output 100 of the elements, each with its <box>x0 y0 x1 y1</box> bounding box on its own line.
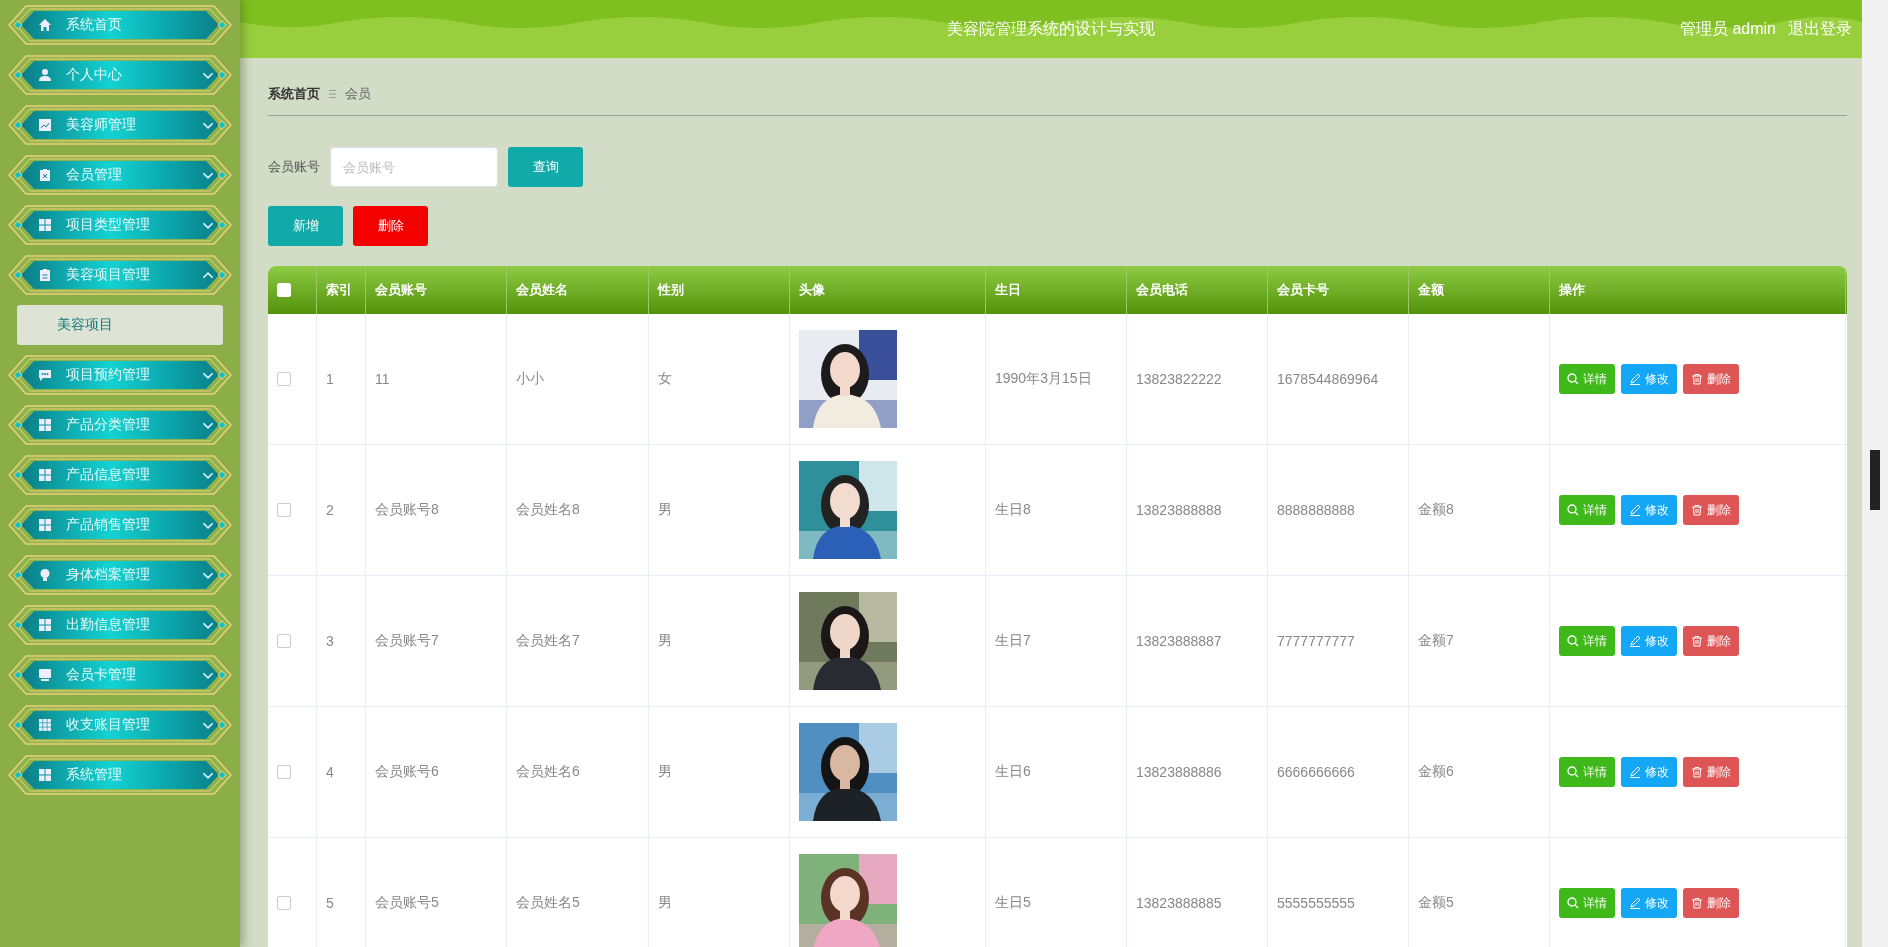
edit-button[interactable]: 修改 <box>1621 626 1677 656</box>
menu-item[interactable]: 会员卡管理 <box>8 655 232 695</box>
account-cell: 会员账号5 <box>366 838 507 947</box>
delete-button[interactable]: 删除 <box>1683 888 1739 918</box>
breadcrumb-link[interactable]: 系统首页 <box>268 85 320 103</box>
menu-item[interactable]: 产品分类管理 <box>8 405 232 445</box>
grid-icon <box>38 718 52 732</box>
column-header: 性别 <box>649 266 790 314</box>
column-header: 会员卡号 <box>1268 266 1409 314</box>
trash-icon <box>1691 897 1703 909</box>
card-number-cell: 1678544869964 <box>1268 314 1409 444</box>
pencil-icon <box>1629 766 1641 778</box>
account-cell: 会员账号8 <box>366 445 507 575</box>
menu-item[interactable]: 项目类型管理 <box>8 205 232 245</box>
gender-cell: 男 <box>649 707 790 837</box>
birthday-cell: 生日6 <box>986 707 1127 837</box>
checkbox[interactable] <box>277 896 291 910</box>
menu-item[interactable]: 美容师管理 <box>8 105 232 145</box>
index-cell: 1 <box>317 314 366 444</box>
detail-button[interactable]: 详情 <box>1559 364 1615 394</box>
column-header: 会员姓名 <box>507 266 649 314</box>
field-label: 会员账号 <box>268 158 320 176</box>
card-number-cell: 6666666666 <box>1268 707 1409 837</box>
column-header: 索引 <box>317 266 366 314</box>
detail-button[interactable]: 详情 <box>1559 626 1615 656</box>
gender-cell: 男 <box>649 445 790 575</box>
birthday-cell: 生日5 <box>986 838 1127 947</box>
trash-icon <box>1691 766 1703 778</box>
account-cell: 11 <box>366 314 507 444</box>
delete-button[interactable]: 删除 <box>1683 495 1739 525</box>
search-field[interactable]: 会员账号 <box>330 147 498 187</box>
delete-button[interactable]: 删除 <box>1683 364 1739 394</box>
index-cell: 3 <box>317 576 366 706</box>
amount-cell: 金额7 <box>1409 576 1550 706</box>
submenu-item[interactable]: 美容项目 <box>17 305 223 345</box>
checkbox[interactable] <box>277 372 291 386</box>
card-icon <box>38 668 52 682</box>
phone-cell: 13823822222 <box>1127 314 1268 444</box>
detail-button[interactable]: 详情 <box>1559 757 1615 787</box>
birthday-cell: 1990年3月15日 <box>986 314 1127 444</box>
search-icon <box>1567 897 1579 909</box>
gender-cell: 男 <box>649 838 790 947</box>
checkbox[interactable] <box>277 634 291 648</box>
pencil-icon <box>1629 897 1641 909</box>
home-icon <box>38 18 52 32</box>
search-icon <box>1567 635 1579 647</box>
checkbox[interactable] <box>277 503 291 517</box>
index-cell: 4 <box>317 707 366 837</box>
phone-cell: 13823888887 <box>1127 576 1268 706</box>
amount-cell: 金额5 <box>1409 838 1550 947</box>
menu-item[interactable]: 个人中心 <box>8 55 232 95</box>
menu-item[interactable]: 收支账目管理 <box>8 705 232 745</box>
column-header: 会员电话 <box>1127 266 1268 314</box>
pencil-icon <box>1629 635 1641 647</box>
delete-button[interactable]: 删除 <box>353 206 428 246</box>
birthday-cell: 生日7 <box>986 576 1127 706</box>
menu-item[interactable]: 美容项目管理 <box>8 255 232 295</box>
birthday-cell: 生日8 <box>986 445 1127 575</box>
search-icon <box>1567 373 1579 385</box>
menu-item[interactable]: 会员管理 <box>8 155 232 195</box>
chat-icon <box>38 368 52 382</box>
delete-button[interactable]: 删除 <box>1683 626 1739 656</box>
column-header: 生日 <box>986 266 1127 314</box>
grid-icon <box>38 418 52 432</box>
delete-button[interactable]: 删除 <box>1683 757 1739 787</box>
edit-button[interactable]: 修改 <box>1621 364 1677 394</box>
gender-cell: 女 <box>649 314 790 444</box>
grid-icon <box>38 468 52 482</box>
phone-cell: 13823888888 <box>1127 445 1268 575</box>
index-cell: 2 <box>317 445 366 575</box>
column-header: 操作 <box>1550 266 1846 314</box>
pencil-icon <box>1629 504 1641 516</box>
menu-item[interactable]: 系统管理 <box>8 755 232 795</box>
menu-item[interactable]: 项目预约管理 <box>8 355 232 395</box>
detail-button[interactable]: 详情 <box>1559 888 1615 918</box>
checkbox[interactable] <box>277 765 291 779</box>
user-label: 管理员 admin <box>1679 19 1776 39</box>
account-cell: 会员账号6 <box>366 707 507 837</box>
edit-button[interactable]: 修改 <box>1621 495 1677 525</box>
search-button[interactable]: 查询 <box>508 147 583 187</box>
add-button[interactable]: 新增 <box>268 206 343 246</box>
menu-item[interactable]: 出勤信息管理 <box>8 605 232 645</box>
edit-button[interactable]: 修改 <box>1621 757 1677 787</box>
phone-cell: 13823888885 <box>1127 838 1268 947</box>
detail-button[interactable]: 详情 <box>1559 495 1615 525</box>
trash-icon <box>1691 635 1703 647</box>
grid-icon <box>38 218 52 232</box>
scrollbar[interactable] <box>1862 0 1888 947</box>
menu-item[interactable]: 产品销售管理 <box>8 505 232 545</box>
clipboard-icon <box>38 268 52 282</box>
menu-item[interactable]: 系统首页 <box>8 5 232 45</box>
menu-item[interactable]: 产品信息管理 <box>8 455 232 495</box>
logout-link[interactable]: 退出登录 <box>1788 19 1852 40</box>
menu-item[interactable]: 身体档案管理 <box>8 555 232 595</box>
app-title: 美容院管理系统的设计与实现 <box>947 18 1155 39</box>
edit-button[interactable]: 修改 <box>1621 888 1677 918</box>
chart-icon <box>38 118 52 132</box>
grid-icon <box>38 768 52 782</box>
account-cell: 会员账号7 <box>366 576 507 706</box>
column-header: 头像 <box>790 266 986 314</box>
